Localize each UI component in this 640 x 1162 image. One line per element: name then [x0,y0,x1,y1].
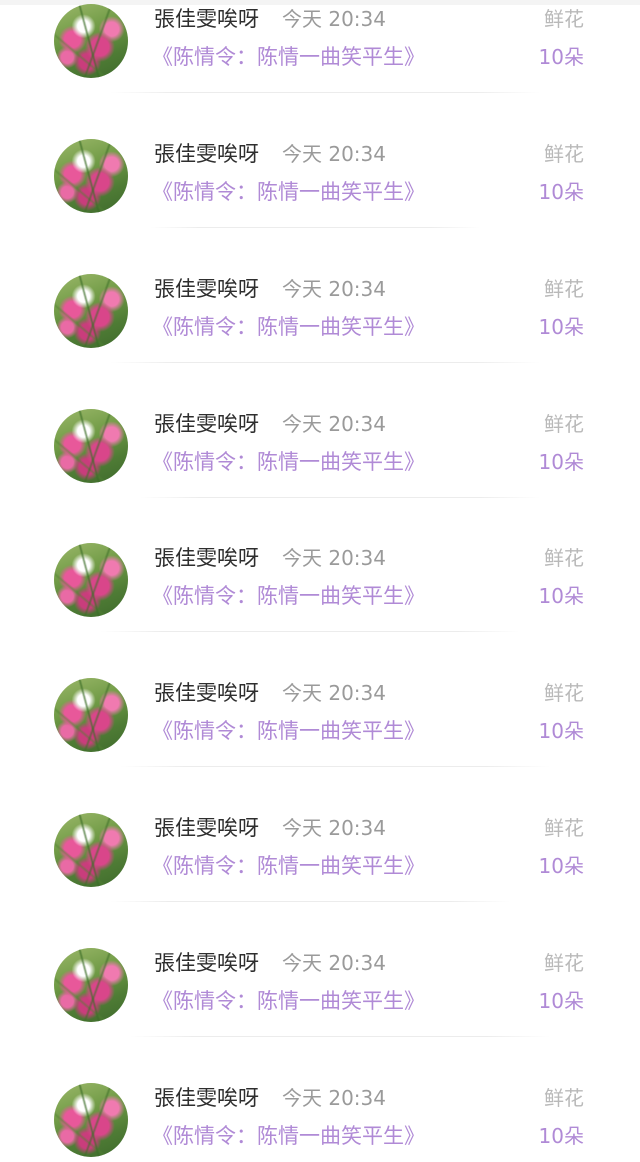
timestamp: 今天 20:34 [282,816,386,840]
avatar[interactable] [54,948,128,1022]
avatar[interactable] [54,1083,128,1157]
work-title-link[interactable]: 《陈情令：陈情一曲笑平生》 [152,579,425,613]
list-item[interactable]: 張佳雯唉呀 今天 20:34 《陈情令：陈情一曲笑平生》 鲜花 10朵 [0,135,640,269]
gift-count: 10朵 [538,584,584,608]
user-name[interactable]: 張佳雯唉呀 [154,137,259,171]
work-title-link[interactable]: 《陈情令：陈情一曲笑平生》 [152,714,425,748]
avatar[interactable] [54,678,128,752]
avatar[interactable] [54,409,128,483]
timestamp: 今天 20:34 [282,951,386,975]
user-name[interactable]: 張佳雯唉呀 [154,676,259,710]
gift-type: 鲜花 [544,816,584,840]
list-item[interactable]: 張佳雯唉呀 今天 20:34 《陈情令：陈情一曲笑平生》 鲜花 10朵 [0,405,640,539]
list-item[interactable]: 張佳雯唉呀 今天 20:34 《陈情令：陈情一曲笑平生》 鲜花 10朵 [0,0,640,134]
list-item[interactable]: 張佳雯唉呀 今天 20:34 《陈情令：陈情一曲笑平生》 鲜花 10朵 [0,944,640,1078]
gift-type: 鲜花 [544,277,584,301]
work-title-link[interactable]: 《陈情令：陈情一曲笑平生》 [152,40,425,74]
divider [100,631,520,632]
gift-type: 鲜花 [544,951,584,975]
gift-count: 10朵 [538,45,584,69]
timestamp: 今天 20:34 [282,412,386,436]
gift-type: 鲜花 [544,7,584,31]
avatar[interactable] [54,543,128,617]
divider [140,497,540,498]
gift-type: 鲜花 [544,1086,584,1110]
gift-type: 鲜花 [544,546,584,570]
work-title-link[interactable]: 《陈情令：陈情一曲笑平生》 [152,984,425,1018]
divider [120,766,550,767]
list-item[interactable]: 張佳雯唉呀 今天 20:34 《陈情令：陈情一曲笑平生》 鲜花 10朵 [0,539,640,673]
work-title-link[interactable]: 《陈情令：陈情一曲笑平生》 [152,175,425,209]
avatar[interactable] [54,813,128,887]
timestamp: 今天 20:34 [282,7,386,31]
gift-count: 10朵 [538,854,584,878]
user-name[interactable]: 張佳雯唉呀 [154,272,259,306]
gift-count: 10朵 [538,315,584,339]
divider [110,92,540,93]
timestamp: 今天 20:34 [282,1086,386,1110]
user-name[interactable]: 張佳雯唉呀 [154,946,259,980]
gift-type: 鲜花 [544,412,584,436]
work-title-link[interactable]: 《陈情令：陈情一曲笑平生》 [152,1119,425,1153]
gift-count: 10朵 [538,719,584,743]
timestamp: 今天 20:34 [282,277,386,301]
gift-count: 10朵 [538,450,584,474]
work-title-link[interactable]: 《陈情令：陈情一曲笑平生》 [152,445,425,479]
avatar[interactable] [54,4,128,78]
user-name[interactable]: 張佳雯唉呀 [154,811,259,845]
list-item[interactable]: 張佳雯唉呀 今天 20:34 《陈情令：陈情一曲笑平生》 鲜花 10朵 [0,809,640,943]
user-name[interactable]: 張佳雯唉呀 [154,407,259,441]
divider [110,362,540,363]
work-title-link[interactable]: 《陈情令：陈情一曲笑平生》 [152,849,425,883]
gift-type: 鲜花 [544,142,584,166]
avatar[interactable] [54,139,128,213]
user-name[interactable]: 張佳雯唉呀 [154,2,259,36]
gift-count: 10朵 [538,1124,584,1148]
divider [110,901,510,902]
user-name[interactable]: 張佳雯唉呀 [154,541,259,575]
gift-count: 10朵 [538,989,584,1013]
divider [130,1036,550,1037]
timestamp: 今天 20:34 [282,681,386,705]
avatar[interactable] [54,274,128,348]
user-name[interactable]: 張佳雯唉呀 [154,1081,259,1115]
gift-record-list: 張佳雯唉呀 今天 20:34 《陈情令：陈情一曲笑平生》 鲜花 10朵 張佳雯唉… [0,0,640,1162]
divider [150,227,480,228]
timestamp: 今天 20:34 [282,142,386,166]
gift-type: 鲜花 [544,681,584,705]
timestamp: 今天 20:34 [282,546,386,570]
work-title-link[interactable]: 《陈情令：陈情一曲笑平生》 [152,310,425,344]
list-item[interactable]: 張佳雯唉呀 今天 20:34 《陈情令：陈情一曲笑平生》 鲜花 10朵 [0,270,640,404]
list-item[interactable]: 張佳雯唉呀 今天 20:34 《陈情令：陈情一曲笑平生》 鲜花 10朵 [0,1079,640,1162]
gift-count: 10朵 [538,180,584,204]
list-item[interactable]: 張佳雯唉呀 今天 20:34 《陈情令：陈情一曲笑平生》 鲜花 10朵 [0,674,640,808]
